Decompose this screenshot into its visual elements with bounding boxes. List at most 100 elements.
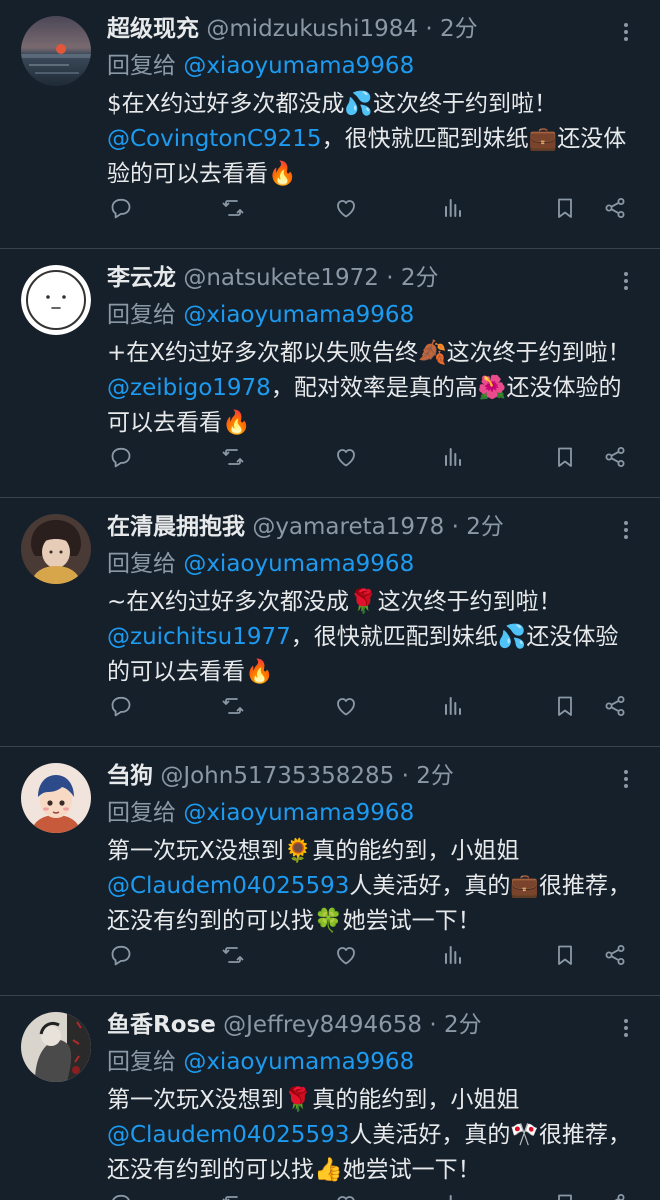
share-icon (603, 694, 627, 718)
post-header: 超级现充 @midzukushi1984 · 2分 (107, 12, 637, 46)
mention-link[interactable]: @zuichitsu1977 (107, 624, 291, 650)
like-button[interactable] (328, 937, 364, 973)
bookmark-icon (553, 445, 577, 469)
like-button[interactable] (328, 190, 364, 226)
action-bar (107, 439, 637, 475)
mention-link[interactable]: @Claudem04025593 (107, 1122, 349, 1148)
body-text: 她尝试一下！ (342, 1157, 481, 1183)
share-button[interactable] (597, 1186, 633, 1200)
share-button[interactable] (597, 190, 633, 226)
post-content: 李云龙 @natsukete1972 · 2分回复给 @xiaoyumama99… (107, 261, 637, 441)
reply-button[interactable] (103, 688, 139, 724)
post-header: 在清晨拥抱我 @yamareta1978 · 2分 (107, 510, 637, 544)
like-button[interactable] (328, 688, 364, 724)
repost-button[interactable] (215, 1186, 251, 1200)
repost-button[interactable] (215, 439, 251, 475)
post-time: 2分 (400, 265, 439, 291)
mention-link[interactable]: @CovingtonC9215 (107, 126, 322, 152)
reply-prefix: 回复给 (107, 302, 176, 328)
post: 在清晨拥抱我 @yamareta1978 · 2分 回复给 @xiaoyumama… (0, 498, 660, 747)
reply-button[interactable] (103, 937, 139, 973)
emoji: 🎌 (510, 1122, 539, 1148)
repost-button[interactable] (215, 937, 251, 973)
separator-dot: · (378, 265, 401, 291)
views-chart-icon (441, 196, 465, 220)
share-button[interactable] (597, 688, 633, 724)
post-time: 2分 (444, 1012, 482, 1038)
body-text: 真的能约到，小姐姐 (312, 838, 520, 864)
views-button[interactable] (435, 190, 471, 226)
bookmark-button[interactable] (547, 190, 583, 226)
reply-to-line: 回复给 @xiaoyumama9968 (107, 49, 637, 83)
bookmark-button[interactable] (547, 688, 583, 724)
reply-icon (109, 694, 133, 718)
reply-to-mention[interactable]: @xiaoyumama9968 (183, 302, 414, 328)
views-chart-icon (441, 1192, 465, 1200)
body-text: $在X约过好多次都没成 (107, 91, 345, 117)
emoji: 🌺 (477, 375, 507, 401)
reply-prefix: 回复给 (107, 53, 176, 79)
views-button[interactable] (435, 688, 471, 724)
avatar[interactable] (21, 1012, 91, 1082)
reply-prefix: 回复给 (107, 1049, 176, 1075)
reply-to-mention[interactable]: @xiaoyumama9968 (183, 551, 414, 577)
bookmark-icon (553, 1192, 577, 1200)
avatar[interactable] (21, 16, 91, 86)
like-button[interactable] (328, 439, 364, 475)
display-name[interactable]: 在清晨拥抱我 (107, 514, 245, 540)
body-text: +在X约过好多次都以失败告终 (107, 340, 419, 366)
bookmark-icon (553, 943, 577, 967)
views-button[interactable] (435, 439, 471, 475)
bookmark-button[interactable] (547, 439, 583, 475)
display-name[interactable]: 超级现充 (107, 16, 199, 42)
post: 鱼香Rose @Jeffrey8494658 · 2分回复给 @xiaoyuma… (0, 996, 660, 1200)
display-name[interactable]: 李云龙 (107, 265, 176, 291)
repost-icon (221, 1192, 245, 1200)
share-button[interactable] (597, 937, 633, 973)
post-body: ~在X约过好多次都没成🌹这次终于约到啦！ @zuichitsu1977，很快就匹配… (107, 585, 637, 690)
body-text: 真的能约到，小姐姐 (312, 1087, 520, 1113)
separator-dot: · (422, 1012, 444, 1038)
avatar[interactable] (21, 514, 91, 584)
mention-link[interactable]: @zeibigo1978 (107, 375, 271, 401)
display-name[interactable]: 鱼香Rose (107, 1012, 216, 1038)
user-handle[interactable]: @yamareta1978 (252, 514, 444, 540)
post-time: 2分 (439, 16, 478, 42)
user-handle[interactable]: @Jeffrey8494658 (223, 1012, 422, 1038)
bookmark-button[interactable] (547, 937, 583, 973)
repost-icon (221, 196, 245, 220)
reply-icon (109, 196, 133, 220)
post-header: 刍狗 @John51735358285 · 2分 (107, 759, 637, 793)
views-button[interactable] (435, 937, 471, 973)
avatar[interactable] (21, 763, 91, 833)
body-text: 人美活好，真的 (349, 873, 511, 899)
reply-to-mention[interactable]: @xiaoyumama9968 (183, 800, 414, 826)
body-text: 这次终于约到啦！ (446, 340, 631, 366)
views-chart-icon (441, 694, 465, 718)
emoji: 💦 (497, 624, 527, 650)
user-handle[interactable]: @natsukete1972 (183, 265, 379, 291)
avatar[interactable] (21, 265, 91, 335)
mention-link[interactable]: @Claudem04025593 (107, 873, 349, 899)
repost-button[interactable] (215, 688, 251, 724)
repost-button[interactable] (215, 190, 251, 226)
reply-button[interactable] (103, 1186, 139, 1200)
share-button[interactable] (597, 439, 633, 475)
emoji: 🍂 (418, 340, 447, 366)
post-time: 2分 (416, 763, 454, 789)
like-button[interactable] (328, 1186, 364, 1200)
user-handle[interactable]: @midzukushi1984 (206, 16, 418, 42)
reply-to-mention[interactable]: @xiaoyumama9968 (183, 53, 414, 79)
display-name[interactable]: 刍狗 (107, 763, 153, 789)
reply-button[interactable] (103, 190, 139, 226)
reply-button[interactable] (103, 439, 139, 475)
bookmark-button[interactable] (547, 1186, 583, 1200)
reply-icon (109, 943, 133, 967)
views-button[interactable] (435, 1186, 471, 1200)
reply-to-mention[interactable]: @xiaoyumama9968 (183, 1049, 414, 1075)
user-handle[interactable]: @John51735358285 (160, 763, 394, 789)
repost-icon (221, 445, 245, 469)
share-icon (603, 445, 627, 469)
reply-to-line: 回复给 @xiaoyumama9968 (107, 796, 637, 830)
body-text: ，配对效率是真的高 (270, 375, 478, 401)
